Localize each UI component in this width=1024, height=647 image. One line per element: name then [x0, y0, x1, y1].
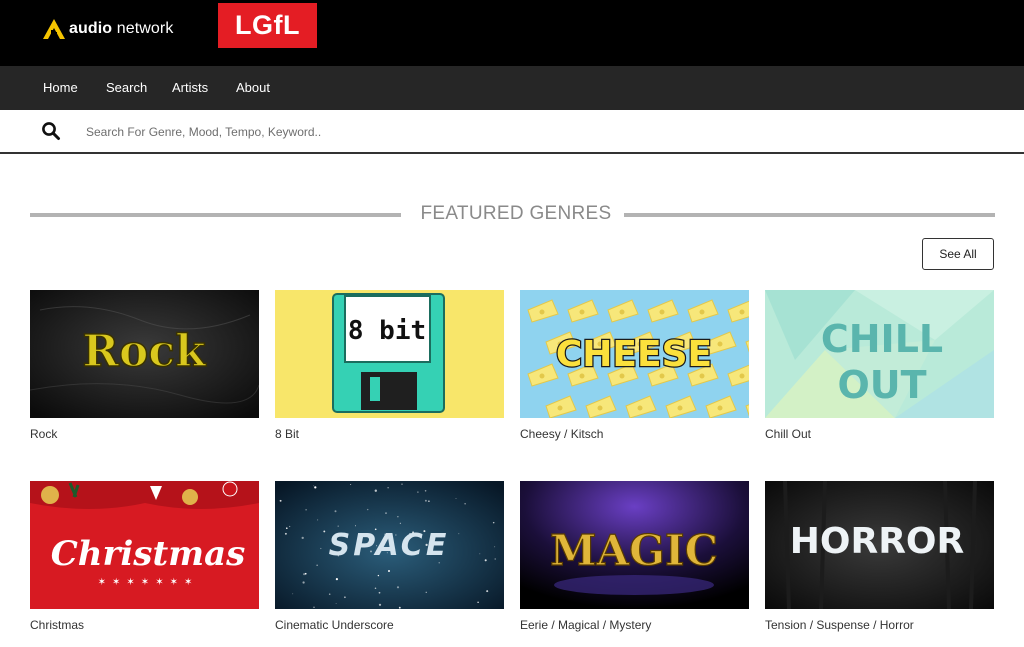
brand-name: audio network [69, 20, 174, 37]
genre-label-christmas: Christmas [30, 618, 85, 632]
nav-search[interactable]: Search [106, 66, 147, 110]
genre-label-cinematic-underscore: Cinematic Underscore [275, 618, 394, 632]
space-thumb-text: SPACE [329, 528, 450, 563]
nav-about[interactable]: About [236, 66, 270, 110]
nav-artists[interactable]: Artists [172, 66, 208, 110]
audio-network-icon [43, 19, 65, 39]
genre-label-tension-suspense-horror: Tension / Suspense / Horror [765, 618, 914, 632]
genre-thumbnail: Rock [30, 290, 259, 418]
genre-label-8bit: 8 Bit [275, 427, 300, 441]
search-bar [0, 110, 1024, 154]
ornament-icon [41, 486, 59, 504]
genre-card-cheesy-kitsch[interactable]: CHEESE Cheesy / Kitsch [520, 290, 749, 441]
heading-divider-left [30, 213, 401, 217]
genre-thumbnail: CHILL OUT [765, 290, 994, 418]
genre-card-christmas[interactable]: Christmas ✶✶✶✶✶✶✶ Christmas [30, 481, 259, 632]
genre-thumbnail: 8 bit [275, 290, 504, 418]
genre-thumbnail: SPACE [275, 481, 504, 609]
genre-label-rock: Rock [30, 427, 58, 441]
genre-label-cheesy-kitsch: Cheesy / Kitsch [520, 427, 604, 441]
genre-card-8bit[interactable]: 8 bit 8 Bit [275, 290, 504, 441]
genre-label-chill-out: Chill Out [765, 427, 812, 441]
featured-genres-title: FEATURED GENRES [420, 203, 612, 224]
genre-thumbnail: CHEESE [520, 290, 749, 418]
nav-home[interactable]: Home [43, 66, 78, 110]
genre-card-cinematic-underscore[interactable]: SPACE Cinematic Underscore [275, 481, 504, 632]
genre-card-rock[interactable]: Rock Rock [30, 290, 259, 441]
chill-thumb-text-2: OUT [837, 363, 926, 407]
christmas-thumb-text: Christmas [51, 534, 246, 574]
genre-card-tension-suspense-horror[interactable]: HORROR Tension / Suspense / Horror [765, 481, 994, 632]
genre-card-chill-out[interactable]: CHILL OUT Chill Out [765, 290, 994, 441]
genre-label-eerie-magical-mystery: Eerie / Magical / Mystery [520, 618, 652, 632]
ornament-icon [182, 489, 198, 505]
genre-thumbnail: HORROR [765, 481, 994, 609]
8bit-thumb-text: 8 bit [348, 316, 426, 346]
top-header: audio network LGfL [0, 0, 1024, 66]
genre-thumbnail: MAGIC [520, 481, 749, 609]
genre-thumbnail: Christmas ✶✶✶✶✶✶✶ [30, 481, 259, 609]
cheese-thumb-text: CHEESE [556, 334, 712, 375]
horror-thumb-text: HORROR [790, 521, 965, 562]
search-input[interactable] [84, 118, 688, 146]
see-all-button[interactable]: See All [922, 238, 994, 270]
genre-card-eerie-magical-mystery[interactable]: MAGIC Eerie / Magical / Mystery [520, 481, 749, 632]
chill-thumb-text-1: CHILL [821, 317, 943, 361]
svg-text:✶✶✶✶✶✶✶: ✶✶✶✶✶✶✶ [98, 577, 199, 588]
heading-divider-right [624, 213, 995, 217]
lgfl-logo[interactable]: LGfL [218, 3, 317, 48]
main-nav: Home Search Artists About [0, 66, 1024, 110]
rock-thumb-text: Rock [82, 326, 207, 377]
magic-thumb-text: MAGIC [550, 526, 718, 575]
search-icon[interactable] [41, 121, 61, 141]
audio-network-logo[interactable]: audio network [42, 16, 173, 42]
